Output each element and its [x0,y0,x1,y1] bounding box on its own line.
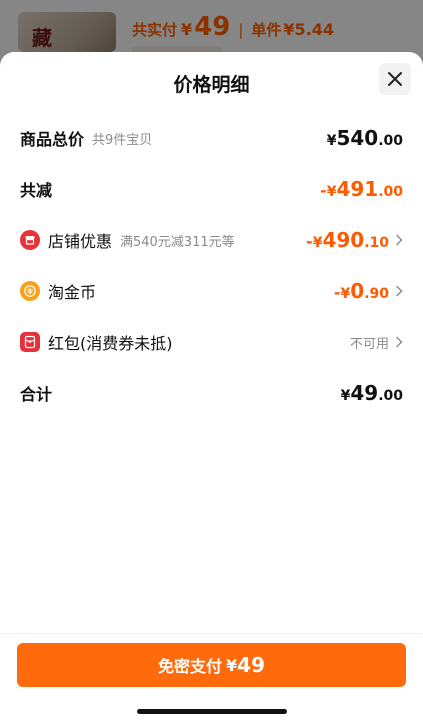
grand-total-amount: ¥49.00 [341,381,403,405]
red-packet-icon [20,332,40,352]
close-icon [388,72,402,86]
goods-count: 共9件宝贝 [92,132,153,148]
red-packet-label: 红包(消费券未抵) [48,334,173,353]
taojinbi-currency: ¥ [340,286,351,302]
goods-total-amount: ¥540.00 [327,126,403,150]
store-discount-currency: ¥ [312,235,323,251]
total-reduction-dec: .00 [378,184,403,200]
red-packet-status: 不可用 [349,336,389,352]
coin-icon [20,281,40,301]
chevron-right-icon [395,285,403,297]
grand-total-dec: .00 [378,388,403,404]
goods-total-row: 商品总价 共9件宝贝 ¥540.00 [20,122,403,154]
taojinbi-int: 0 [350,279,365,303]
goods-total-label: 商品总价 [20,130,85,149]
close-button[interactable] [379,63,411,95]
store-discount-sign: - [306,232,313,251]
price-detail-sheet: 价格明细 商品总价 共9件宝贝 ¥540.00 共减 - ¥491.00 店铺优… [0,52,423,720]
store-discount-amount: - ¥490.10 [306,228,389,252]
store-discount-detail: 满540元减311元等 [120,234,235,250]
chevron-right-icon [395,234,403,246]
password-free-pay-button[interactable]: 免密支付 ¥ 49 [17,643,406,687]
total-reduction-sign: - [320,181,327,200]
sheet-title: 价格明细 [173,74,250,96]
payment-footer: 免密支付 ¥ 49 [0,633,423,720]
taojinbi-row[interactable]: 淘金币 - ¥0.90 [20,275,403,307]
store-coupon-icon [20,230,40,250]
store-discount-dec: .10 [364,235,389,251]
goods-total-int: 540 [336,126,379,150]
grand-total-row: 合计 ¥49.00 [20,377,403,409]
pay-button-amount: 49 [237,653,265,677]
pay-button-currency: ¥ [226,655,238,675]
total-reduction-amount: - ¥491.00 [320,177,403,201]
total-reduction-int: 491 [336,177,379,201]
taojinbi-sign: - [333,283,341,302]
taojinbi-amount: - ¥0.90 [334,279,389,303]
total-reduction-row: 共减 - ¥491.00 [20,173,403,205]
grand-total-currency: ¥ [340,388,351,404]
goods-total-dec: .00 [378,133,403,149]
red-packet-row[interactable]: 红包(消费券未抵) 不可用 [20,326,403,358]
goods-total-currency: ¥ [326,133,337,149]
total-reduction-currency: ¥ [326,184,337,200]
store-discount-label: 店铺优惠 [48,232,113,251]
total-reduction-label: 共减 [20,181,53,200]
grand-total-int: 49 [350,381,379,405]
store-discount-int: 490 [322,228,365,252]
store-discount-row[interactable]: 店铺优惠 满540元减311元等 - ¥490.10 [20,224,403,256]
home-indicator[interactable] [137,709,287,714]
chevron-right-icon [395,336,403,348]
taojinbi-dec: .90 [364,286,389,302]
pay-button-label: 免密支付 [158,657,223,676]
grand-total-label: 合计 [20,385,53,404]
taojinbi-label: 淘金币 [48,283,97,302]
